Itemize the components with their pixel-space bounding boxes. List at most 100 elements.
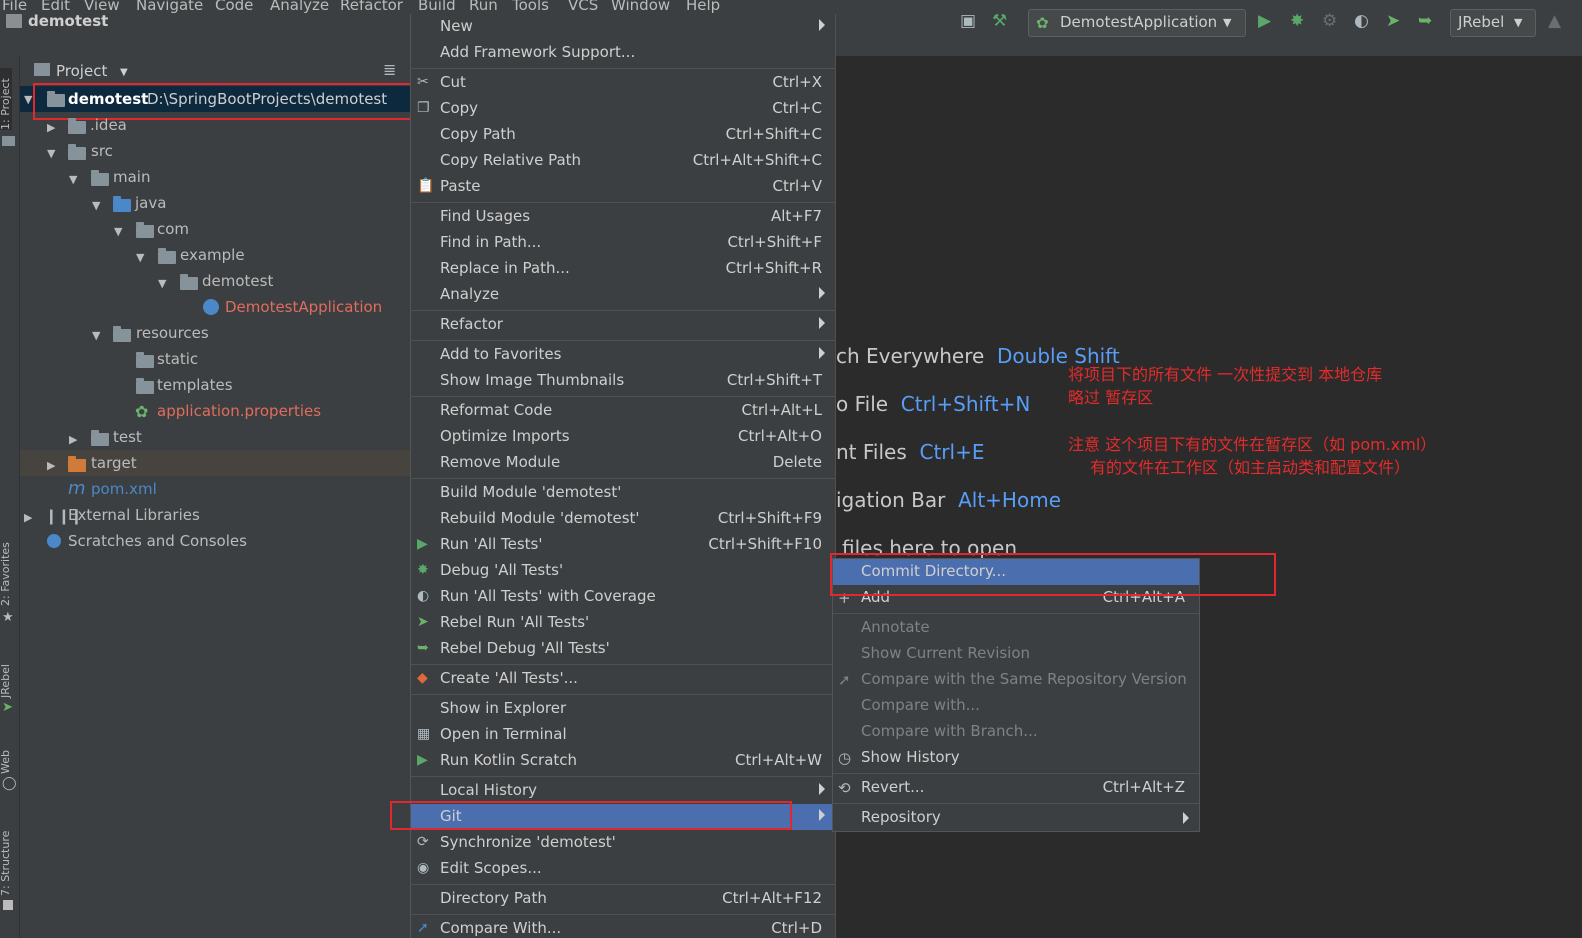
menu-item-replace-in-path[interactable]: Replace in Path... Ctrl+Shift+R [411, 256, 835, 282]
menu-item-compare-with-branch[interactable]: Compare with Branch... [833, 719, 1199, 745]
menu-code[interactable]: Code [215, 0, 253, 14]
collapse-arrow-icon[interactable]: ▶ [47, 459, 55, 472]
build-hammer-icon[interactable]: ⚒ [992, 13, 1007, 30]
tree-node-target[interactable]: target [91, 454, 137, 478]
menu-item-find-in-path[interactable]: Find in Path... Ctrl+Shift+F [411, 230, 835, 256]
menu-item-add-to-favorites[interactable]: Add to Favorites [411, 342, 835, 368]
menu-item-refactor[interactable]: Refactor [411, 312, 835, 338]
menu-item-paste[interactable]: 📋 Paste Ctrl+V [411, 174, 835, 200]
menu-item-run-kotlin-scratch[interactable]: ▶ Run Kotlin Scratch Ctrl+Alt+W [411, 748, 835, 774]
jrebel-debug-icon[interactable]: ➥ [1418, 13, 1432, 30]
tab-jrebel[interactable]: JRebel [0, 656, 12, 698]
breadcrumb-project[interactable]: demotest [28, 12, 108, 30]
menu-help[interactable]: Help [686, 0, 720, 14]
tree-node-application-properties[interactable]: application.properties [157, 402, 321, 426]
expand-arrow-icon[interactable]: ▼ [92, 199, 100, 212]
tree-node-example[interactable]: example [180, 246, 245, 270]
menu-analyze[interactable]: Analyze [270, 0, 329, 14]
run-icon[interactable]: ▶ [1258, 13, 1271, 30]
tab-web[interactable]: Web [0, 744, 12, 774]
menu-refactor[interactable]: Refactor [340, 0, 403, 14]
tree-node-resources[interactable]: resources [136, 324, 209, 348]
menu-vcs[interactable]: VCS [568, 0, 598, 14]
menu-item-rebel-debug[interactable]: ➥ Rebel Debug 'All Tests' [411, 636, 835, 662]
menu-navigate[interactable]: Navigate [136, 0, 203, 14]
menu-item-copy-relative-path[interactable]: Copy Relative Path Ctrl+Alt+Shift+C [411, 148, 835, 174]
menu-item-compare-same-repo-version[interactable]: ➚ Compare with the Same Repository Versio… [833, 667, 1199, 693]
menu-item-compare-with[interactable]: Compare with... [833, 693, 1199, 719]
menu-item-reformat-code[interactable]: Reformat Code Ctrl+Alt+L [411, 398, 835, 424]
menu-tools[interactable]: Tools [512, 0, 549, 14]
expand-arrow-icon[interactable]: ▼ [69, 173, 77, 186]
collapse-all-icon[interactable]: ≣ [383, 60, 396, 79]
menu-item-compare-with[interactable]: ➚ Compare With... Ctrl+D [411, 916, 835, 938]
menu-item-directory-path[interactable]: Directory Path Ctrl+Alt+F12 [411, 886, 835, 912]
expand-arrow-icon[interactable]: ▼ [47, 147, 55, 160]
menu-item-annotate[interactable]: Annotate [833, 615, 1199, 641]
menu-item-debug-all-tests[interactable]: ✸ Debug 'All Tests' [411, 558, 835, 584]
tree-node-java[interactable]: java [135, 194, 166, 218]
tab-project[interactable]: 1: Project [0, 68, 12, 130]
debug-icon[interactable]: ✸ [1290, 13, 1304, 30]
tab-favorites[interactable]: 2: Favorites [0, 536, 12, 606]
menu-item-rebuild-module[interactable]: Rebuild Module 'demotest' Ctrl+Shift+F9 [411, 506, 835, 532]
menu-item-synchronize[interactable]: ⟳ Synchronize 'demotest' [411, 830, 835, 856]
structure-icon [3, 900, 13, 910]
jrebel-settings-icon[interactable]: ▲ [1548, 13, 1561, 30]
tree-node-idea[interactable]: .idea [90, 116, 127, 140]
menu-item-show-current-revision[interactable]: Show Current Revision [833, 641, 1199, 667]
menu-item-edit-scopes[interactable]: ◉ Edit Scopes... [411, 856, 835, 882]
tab-structure[interactable]: 7: Structure [0, 820, 12, 896]
resources-folder-icon [113, 326, 131, 342]
menu-run[interactable]: Run [469, 0, 498, 14]
expand-arrow-icon[interactable]: ▼ [136, 251, 144, 264]
tree-node-test[interactable]: test [113, 428, 142, 452]
menu-item-find-usages[interactable]: Find Usages Alt+F7 [411, 204, 835, 230]
tree-node-external-libraries[interactable]: External Libraries [68, 506, 200, 530]
menu-file[interactable]: File [2, 0, 27, 14]
menu-item-build-module[interactable]: Build Module 'demotest' [411, 480, 835, 506]
profile-icon[interactable]: ◐ [1354, 13, 1369, 30]
menu-item-optimize-imports[interactable]: Optimize Imports Ctrl+Alt+O [411, 424, 835, 450]
tree-node-src[interactable]: src [91, 142, 113, 166]
menu-item-copy-path[interactable]: Copy Path Ctrl+Shift+C [411, 122, 835, 148]
tree-node-main[interactable]: main [113, 168, 150, 192]
maven-icon: m [68, 478, 86, 499]
tree-node-static[interactable]: static [157, 350, 198, 374]
tree-node-main-class[interactable]: DemotestApplication [225, 298, 382, 322]
menu-item-repository[interactable]: Repository [833, 805, 1199, 831]
collapse-arrow-icon[interactable]: ▶ [47, 121, 55, 134]
collapse-arrow-icon[interactable]: ▶ [24, 511, 32, 524]
menu-item-create-all-tests[interactable]: ◆ Create 'All Tests'... [411, 666, 835, 692]
menu-item-run-all-tests[interactable]: ▶ Run 'All Tests' Ctrl+Shift+F10 [411, 532, 835, 558]
tree-node-demotest-package[interactable]: demotest [202, 272, 273, 296]
run-window-icon[interactable]: ▣ [960, 13, 976, 30]
expand-arrow-icon[interactable]: ▼ [158, 277, 166, 290]
jrebel-run-icon[interactable]: ➤ [1386, 13, 1400, 30]
project-view-selector[interactable]: Project [56, 62, 107, 80]
menu-item-run-with-coverage[interactable]: ◐ Run 'All Tests' with Coverage [411, 584, 835, 610]
menu-item-open-in-terminal[interactable]: ▦ Open in Terminal [411, 722, 835, 748]
menu-item-copy[interactable]: ❐ Copy Ctrl+C [411, 96, 835, 122]
expand-arrow-icon[interactable]: ▼ [92, 329, 100, 342]
menu-item-show-image-thumbnails[interactable]: Show Image Thumbnails Ctrl+Shift+T [411, 368, 835, 394]
menu-item-cut[interactable]: ✂ Cut Ctrl+X [411, 70, 835, 96]
menu-item-show-in-explorer[interactable]: Show in Explorer [411, 696, 835, 722]
menu-build[interactable]: Build [418, 0, 456, 14]
menu-item-show-history[interactable]: ◷ Show History [833, 745, 1199, 771]
tree-node-pom[interactable]: pom.xml [91, 480, 157, 504]
menu-item-rebel-run[interactable]: ➤ Rebel Run 'All Tests' [411, 610, 835, 636]
tree-node-templates[interactable]: templates [157, 376, 233, 400]
menu-item-new[interactable]: New [411, 14, 835, 40]
coverage-icon[interactable]: ⚙ [1322, 13, 1337, 30]
menu-item-analyze[interactable]: Analyze [411, 282, 835, 308]
menu-item-add-framework-support[interactable]: Add Framework Support... [411, 40, 835, 66]
menu-item-remove-module[interactable]: Remove Module Delete [411, 450, 835, 476]
menu-window[interactable]: Window [611, 0, 670, 14]
tree-node-scratches[interactable]: Scratches and Consoles [68, 532, 247, 556]
collapse-arrow-icon[interactable]: ▶ [69, 433, 77, 446]
tree-node-com[interactable]: com [157, 220, 189, 244]
expand-arrow-icon[interactable]: ▼ [114, 225, 122, 238]
menu-item-revert[interactable]: ⟲ Revert... Ctrl+Alt+Z [833, 775, 1199, 801]
expand-arrow-icon[interactable]: ▼ [24, 93, 32, 106]
